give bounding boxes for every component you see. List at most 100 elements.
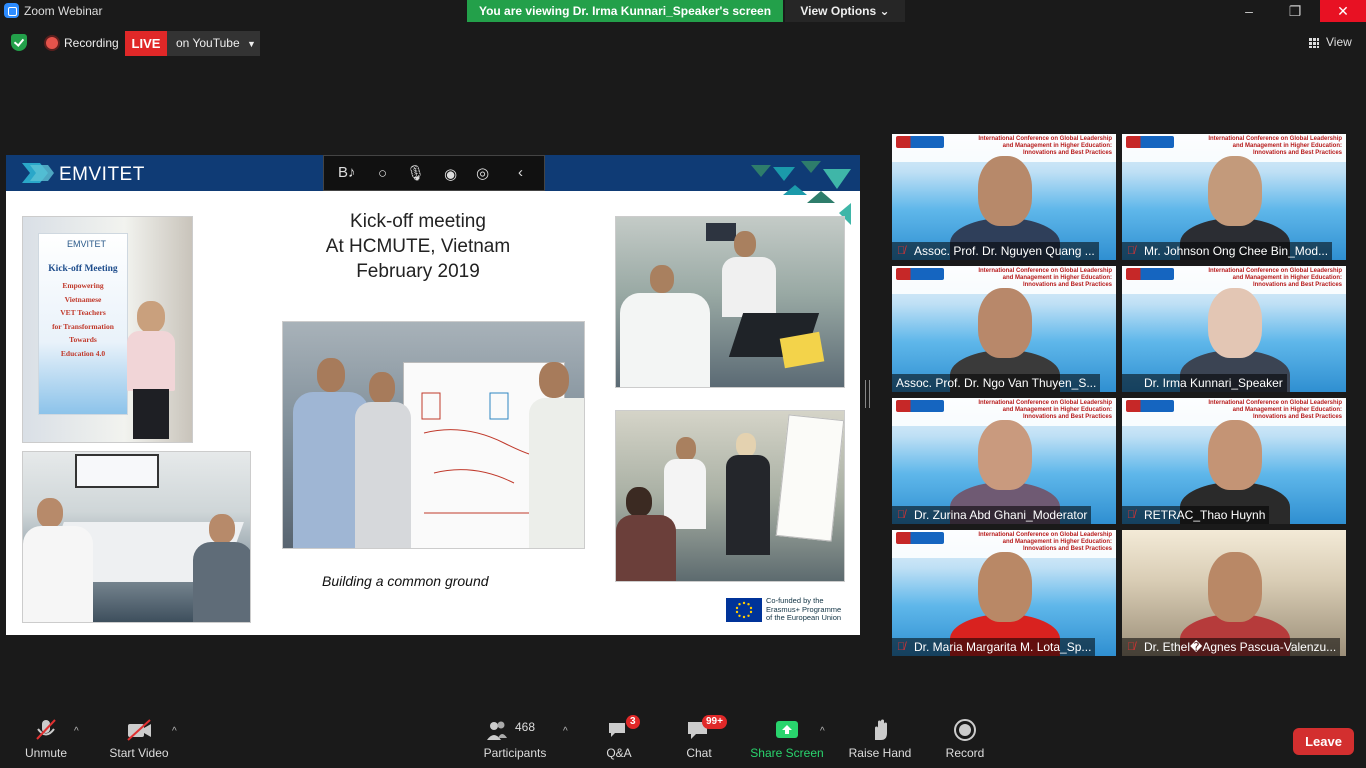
maximize-button[interactable]: ❐ [1272, 0, 1318, 22]
participants-icon: 468 [485, 718, 545, 742]
photo-group-flipchart [282, 321, 585, 549]
record-dot-icon[interactable]: ◉ [444, 165, 457, 183]
view-options-button[interactable]: View Options ⌄ [785, 0, 905, 22]
slide-title-line: At HCMUTE, Vietnam [325, 236, 511, 257]
photo-table-meeting [22, 451, 251, 623]
muted-mic-icon: 🎙̸ [897, 509, 906, 521]
panel-resize-handle[interactable] [865, 380, 870, 408]
circle-icon[interactable]: ○ [378, 165, 387, 182]
participant-name: Dr. Maria Margarita M. Lota_Sp... [914, 640, 1092, 654]
bccie-logo-icon [896, 532, 944, 544]
conference-title: International Conference on Global Leade… [978, 268, 1112, 288]
live-destination-dropdown[interactable]: on YouTube ▼ [167, 31, 260, 56]
unmute-button[interactable]: Unmute [22, 712, 70, 760]
participant-name: Dr. Zurina Abd Ghani_Moderator [914, 508, 1088, 522]
record-label: Record [945, 746, 985, 760]
chat-button[interactable]: 99+ Chat [682, 712, 727, 760]
participant-name: Dr. Irma Kunnari_Speaker [1144, 376, 1283, 390]
participant-tile[interactable]: International Conference on Global Leade… [1122, 134, 1346, 260]
person-head [539, 362, 569, 398]
microphone-muted-icon [32, 718, 60, 742]
participant-name-label: Dr. Irma Kunnari_Speaker [1122, 374, 1287, 392]
person-head [317, 358, 345, 392]
video-options-caret-icon[interactable]: ^ [172, 726, 177, 737]
annotate-icon[interactable]: B♪ [338, 164, 356, 181]
person-shirt [616, 515, 676, 581]
security-shield-icon[interactable] [11, 34, 27, 51]
wall-screen [706, 223, 736, 241]
banner-title: Kick-off Meeting [48, 264, 118, 274]
banner-line: Vietnamese [64, 294, 102, 304]
window-title: Zoom Webinar [24, 4, 103, 18]
banner-line: Education 4.0 [60, 348, 106, 358]
participants-caret-icon[interactable]: ^ [563, 726, 568, 737]
caret-down-icon: ▼ [246, 39, 256, 49]
screen-display [75, 454, 159, 488]
eu-stars-icon [735, 601, 753, 619]
conference-title: International Conference on Global Leade… [1208, 268, 1342, 288]
banner-line: VET Teachers [60, 308, 106, 317]
chevron-down-icon: ⌄ [879, 4, 890, 18]
muted-mic-icon: 🎙̸ [1127, 245, 1136, 257]
minimize-button[interactable]: – [1226, 0, 1272, 22]
record-button[interactable]: Record [944, 712, 986, 760]
recording-label: Recording [64, 36, 119, 50]
audio-options-caret-icon[interactable]: ^ [74, 726, 79, 737]
close-window-button[interactable]: ✕ [1320, 0, 1366, 22]
audio-icon[interactable]: ◎ [476, 164, 489, 182]
person-head [736, 433, 756, 457]
participant-face [1208, 552, 1262, 622]
participant-tile[interactable]: International Conference on Global Leade… [892, 530, 1116, 656]
roll-up-banner: EMVITET Kick-off Meeting Empowering Viet… [38, 233, 128, 415]
leave-button[interactable]: Leave [1293, 728, 1354, 755]
person-head [734, 231, 756, 257]
participant-tile[interactable]: International Conference on Global Leade… [892, 266, 1116, 392]
zoom-logo-icon [4, 3, 19, 18]
view-button[interactable]: View [1326, 35, 1352, 49]
person-shirt [722, 257, 776, 317]
participant-face [1208, 156, 1262, 226]
bccie-logo-icon [896, 136, 944, 148]
participant-tile[interactable]: 🎙̸ Dr. Ethel�Agnes Pascua-Valenzu... [1122, 530, 1346, 656]
slide-title-line: February 2019 [356, 261, 480, 282]
sticky-notes [779, 331, 825, 369]
record-icon [951, 718, 979, 742]
person-head [369, 372, 395, 404]
slide-brand: EMVITET [59, 164, 145, 185]
participant-tile[interactable]: International Conference on Global Leade… [892, 134, 1116, 260]
participant-tile[interactable]: International Conference on Global Leade… [1122, 398, 1346, 524]
raise-hand-button[interactable]: Raise Hand [848, 712, 912, 760]
viewing-screen-banner: You are viewing Dr. Irma Kunnari_Speaker… [467, 0, 783, 22]
person-head [37, 498, 63, 528]
eu-text: Co-funded by the Erasmus+ Programme of t… [766, 596, 846, 623]
start-video-button[interactable]: Start Video [106, 712, 172, 760]
banner-line: Empowering [62, 281, 104, 290]
participant-face [978, 156, 1032, 226]
qa-badge: 3 [626, 715, 640, 729]
conference-title: International Conference on Global Leade… [1208, 400, 1342, 420]
microphone-icon[interactable]: 🎙 [406, 164, 425, 182]
person-shirt [127, 331, 175, 391]
qa-button[interactable]: 3 Q&A [600, 712, 640, 760]
participant-tile[interactable]: International Conference on Global Leade… [1122, 266, 1346, 392]
participant-name-label: 🎙̸ Mr. Johnson Ong Chee Bin_Mod... [1122, 242, 1333, 260]
participants-button[interactable]: 468 Participants [480, 712, 550, 760]
conference-title: International Conference on Global Leade… [1208, 136, 1342, 156]
chevron-left-icon[interactable]: ‹ [518, 164, 523, 181]
emvitet-logo-icon [22, 163, 54, 183]
share-options-caret-icon[interactable]: ^ [820, 726, 825, 737]
person-head [626, 487, 652, 517]
slide-title-line: Kick-off meeting [350, 211, 486, 232]
person-head [137, 301, 165, 333]
participant-tile[interactable]: International Conference on Global Leade… [892, 398, 1116, 524]
photo-flipboard-group [615, 410, 845, 582]
shared-screen: EMVITET B♪ ○ 🎙 ◉ ◎ ‹ Kick-off meeting At… [6, 155, 860, 635]
chat-label: Chat [686, 746, 712, 760]
muted-mic-icon: 🎙̸ [897, 641, 906, 653]
gallery-grid-icon[interactable] [1309, 38, 1319, 48]
share-screen-button[interactable]: Share Screen [750, 712, 824, 760]
photo-kickoff-banner: EMVITET Kick-off Meeting Empowering Viet… [22, 216, 193, 443]
flipboard [775, 414, 844, 542]
annotation-toolbar: B♪ ○ 🎙 ◉ ◎ ‹ [323, 155, 545, 191]
conference-title: International Conference on Global Leade… [978, 400, 1112, 420]
